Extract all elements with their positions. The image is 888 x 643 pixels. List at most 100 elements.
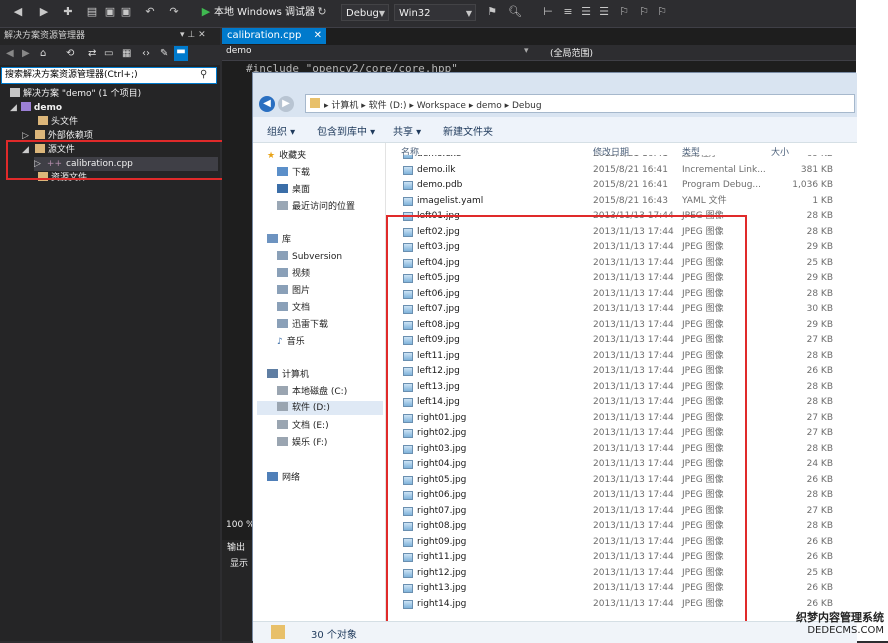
- nav-label: 下载: [292, 168, 311, 178]
- close-icon[interactable]: ✕: [314, 28, 322, 44]
- global-scope-select[interactable]: (全局范围): [550, 46, 593, 59]
- nav-recent[interactable]: 最近访问的位置: [277, 200, 355, 214]
- nav-drive-f[interactable]: 娱乐 (F:): [277, 436, 327, 450]
- nav-label: 库: [282, 235, 292, 245]
- folder-icon: [310, 98, 320, 108]
- outdent-icon[interactable]: ☰: [598, 6, 610, 18]
- back-icon[interactable]: ◀: [6, 48, 14, 59]
- undo-icon[interactable]: ↶: [144, 6, 156, 18]
- breadcrumb-item[interactable]: 计算机: [331, 101, 358, 111]
- find-icon[interactable]: ⚑: [486, 6, 498, 18]
- desktop-icon: [277, 184, 288, 193]
- drive-icon: [277, 437, 288, 446]
- new-project-icon[interactable]: ✚: [62, 6, 74, 18]
- file-row[interactable]: demo.pdb 2015/8/21 16:41 Program Debug... 1…: [393, 178, 833, 193]
- organize-button[interactable]: 组织 ▾: [267, 123, 295, 138]
- file-name: demo.exe: [417, 155, 461, 162]
- highlight-box: [6, 140, 232, 180]
- nav-subversion[interactable]: Subversion: [277, 250, 342, 264]
- project-scope-select[interactable]: demo: [226, 46, 252, 56]
- file-size: 28 KB: [806, 490, 833, 500]
- solution-search-input[interactable]: 搜索解决方案资源管理器(Ctrl+;): [1, 67, 217, 84]
- file-date: 2015/8/21 16:41: [593, 164, 668, 175]
- platform-select[interactable]: Win32 ▼: [394, 4, 476, 21]
- wrench-icon[interactable]: ✎: [160, 48, 168, 59]
- align-icon[interactable]: ⊢: [542, 6, 554, 18]
- breadcrumb-item[interactable]: demo: [476, 101, 502, 111]
- pin-toggle-icon[interactable]: ▬: [174, 46, 188, 61]
- nav-desktop[interactable]: 桌面: [277, 183, 310, 197]
- project-node[interactable]: ◢ demo: [10, 101, 62, 115]
- collapse-icon[interactable]: ▭: [104, 48, 113, 59]
- nav-thunder[interactable]: 迅雷下载: [277, 318, 328, 332]
- file-row[interactable]: demo.ilk 2015/8/21 16:41 Incremental Link.…: [393, 163, 833, 178]
- tab-calibration[interactable]: calibration.cpp ✕: [222, 28, 326, 44]
- start-debug-icon[interactable]: ▶: [200, 6, 212, 18]
- forward-icon[interactable]: ▶: [278, 96, 294, 112]
- bookmark-icon[interactable]: ⚐: [618, 6, 630, 18]
- file-row[interactable]: imagelist.yaml 2015/8/21 16:43 YAML 文件 1 KB: [393, 194, 833, 209]
- file-row[interactable]: demo.exe 2015/8/21 16:41 应用程序 69 KB: [393, 155, 833, 162]
- breadcrumb-item[interactable]: Debug: [512, 101, 542, 111]
- forward-icon[interactable]: ▶: [38, 6, 50, 18]
- file-type: YAML 文件: [682, 195, 727, 206]
- indent-icon[interactable]: ☰: [580, 6, 592, 18]
- right-margin: [856, 0, 888, 641]
- bookmark-prev-icon[interactable]: ⚐: [656, 6, 668, 18]
- include-in-library-button[interactable]: 包含到库中 ▾: [317, 123, 375, 138]
- debugger-button[interactable]: 本地 Windows 调试器: [214, 4, 315, 22]
- forward-icon[interactable]: ▶: [22, 48, 30, 59]
- tree-item-headers[interactable]: 头文件: [38, 115, 78, 129]
- code-icon[interactable]: ‹›: [142, 48, 150, 59]
- file-size: 26 KB: [806, 552, 833, 562]
- open-icon[interactable]: ▤: [86, 6, 98, 18]
- file-date: 2015/8/21 16:41: [593, 155, 668, 162]
- file-size: 25 KB: [806, 567, 833, 578]
- bookmark-next-icon[interactable]: ⚐: [638, 6, 650, 18]
- breadcrumb-item[interactable]: 软件 (D:): [369, 101, 407, 111]
- nav-music[interactable]: ♪ 音乐: [277, 335, 305, 349]
- nav-favorites[interactable]: ★ 收藏夹: [267, 149, 306, 163]
- new-folder-button[interactable]: 新建文件夹: [443, 123, 493, 138]
- back-icon[interactable]: ◀: [12, 6, 24, 18]
- recent-places-icon: [277, 201, 288, 210]
- file-size: 1 KB: [812, 195, 833, 206]
- nav-drive-c[interactable]: 本地磁盘 (C:): [277, 385, 347, 399]
- zoom-level[interactable]: 100 %: [226, 520, 255, 530]
- nav-drive-d[interactable]: 软件 (D:): [257, 401, 383, 415]
- search-icon[interactable]: ⚲: [200, 69, 207, 80]
- save-icon[interactable]: ▣: [104, 6, 116, 18]
- library-icon: [267, 234, 278, 243]
- address-input[interactable]: ▸ 计算机 ▸ 软件 (D:) ▸ Workspace ▸ demo ▸ Deb…: [305, 94, 855, 113]
- comment-icon[interactable]: ≡: [562, 6, 574, 18]
- nav-libraries[interactable]: 库: [267, 233, 291, 247]
- nav-computer[interactable]: 计算机: [267, 368, 309, 382]
- file-size: 26 KB: [806, 366, 833, 376]
- file-name: demo.ilk: [417, 164, 456, 175]
- config-select[interactable]: Debug ▼: [341, 4, 389, 21]
- pin-icon[interactable]: ▾ ⊥ ✕: [180, 30, 206, 40]
- show-all-icon[interactable]: ▦: [122, 48, 131, 59]
- nav-documents[interactable]: 文档: [277, 301, 310, 315]
- search-icon[interactable]: 🔍︎: [508, 6, 522, 18]
- home-icon[interactable]: ⌂: [40, 48, 46, 59]
- share-button[interactable]: 共享 ▾: [393, 123, 421, 138]
- nav-downloads[interactable]: 下载: [277, 166, 310, 180]
- nav-videos[interactable]: 视频: [277, 267, 310, 281]
- solution-node[interactable]: 解决方案 "demo" (1 个项目): [10, 87, 141, 101]
- refresh-icon[interactable]: ⇄: [88, 48, 96, 59]
- file-size: 26 KB: [806, 474, 833, 485]
- back-icon[interactable]: ◀: [259, 96, 275, 112]
- breadcrumb-item[interactable]: Workspace: [417, 101, 466, 111]
- save-all-icon[interactable]: ▣: [120, 6, 132, 18]
- refresh-icon[interactable]: ↻: [316, 6, 328, 18]
- file-size: 28 KB: [806, 211, 833, 221]
- drive-icon: [277, 420, 288, 429]
- nav-drive-e[interactable]: 文档 (E:): [277, 419, 329, 433]
- sync-icon[interactable]: ⟲: [66, 48, 74, 59]
- redo-icon[interactable]: ↷: [168, 6, 180, 18]
- nav-pictures[interactable]: 图片: [277, 284, 310, 298]
- item-count: 30 个对象: [311, 630, 357, 641]
- nav-network[interactable]: 网络: [267, 471, 300, 485]
- file-size: 27 KB: [806, 428, 833, 438]
